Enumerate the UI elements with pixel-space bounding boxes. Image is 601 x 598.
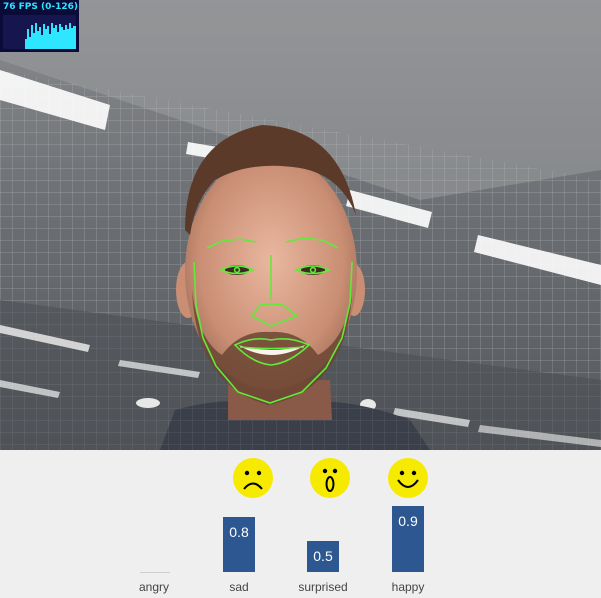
happy-face-icon [388,458,428,498]
sad-face-icon [233,458,273,498]
happy-label: happy [391,580,425,594]
webcam-scene [0,0,601,450]
surprised-value: 0.5 [313,548,333,564]
sad-label: sad [229,580,249,594]
surprised-face-icon [310,458,350,498]
surprised-label: surprised [298,580,348,594]
angry-bar [140,572,170,573]
emotion-panel [0,450,601,598]
webcam-video: 76 FPS (0-126) [0,0,601,450]
sad-bar: 0.8 [223,517,255,572]
happy-bar: 0.9 [392,506,424,572]
surprised-bar: 0.5 [307,541,339,572]
angry-label: angry [138,580,170,594]
happy-value: 0.9 [398,513,418,529]
sad-value: 0.8 [229,524,249,540]
fps-meter: 76 FPS (0-126) [0,0,79,52]
fps-graph [3,15,76,49]
fps-text: 76 FPS (0-126) [3,2,79,12]
